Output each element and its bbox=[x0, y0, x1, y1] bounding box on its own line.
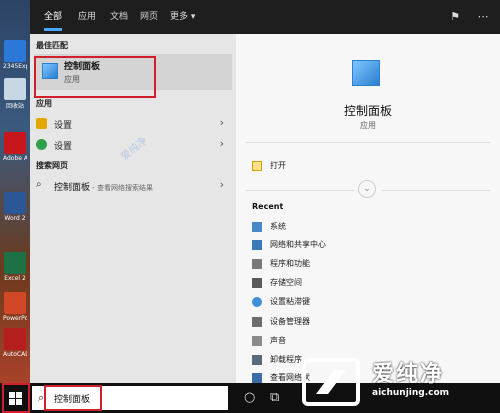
system-icon bbox=[252, 222, 262, 232]
preview-subtitle: 应用 bbox=[360, 121, 376, 130]
start-search-panel: 全部 应用 文档 网页 更多 ▾ ⚑ ⋯ 最佳匹配 控制面板 应用 应用 设置 › 设置 ›… bbox=[30, 0, 500, 383]
desktop-shortcut[interactable]: Adobe Acrobat bbox=[3, 132, 27, 162]
desktop-shortcut[interactable]: Word 2 bbox=[3, 192, 27, 222]
desktop-shortcut-label: Excel 2 bbox=[4, 275, 26, 282]
recent-item-label: 系统 bbox=[270, 222, 286, 231]
desktop-shortcut[interactable]: AutoCAD 2014 bbox=[3, 328, 27, 358]
web-heading: 搜索网页 bbox=[36, 161, 68, 170]
divider bbox=[246, 142, 490, 143]
desktop-shortcut-label: 2345Expl bbox=[3, 63, 27, 70]
storage-icon bbox=[252, 278, 262, 288]
desktop-shortcut-label: Adobe Acrobat bbox=[3, 155, 27, 162]
app-item-label: 设置 bbox=[54, 121, 73, 131]
uninstall-icon bbox=[252, 355, 262, 365]
network-status-icon bbox=[252, 373, 262, 383]
highlight-box-best-match bbox=[34, 56, 156, 98]
web-search-hint: - 查看网络搜索结果 bbox=[90, 184, 153, 192]
recent-item-label: 卸载程序 bbox=[270, 355, 302, 364]
tab-3[interactable]: 网页 bbox=[140, 0, 158, 34]
desktop-shortcut[interactable]: PowerPoint bbox=[3, 292, 27, 322]
sticky-keys-icon bbox=[252, 297, 262, 307]
watermark-logo bbox=[302, 358, 360, 406]
chevron-right-icon[interactable]: › bbox=[220, 116, 224, 129]
settings-icon bbox=[36, 139, 47, 150]
best-match-heading: 最佳匹配 bbox=[36, 41, 68, 50]
recent-item-label: 程序和功能 bbox=[270, 259, 310, 268]
desktop-shortcut-icon bbox=[4, 292, 26, 314]
settings-icon bbox=[36, 118, 47, 129]
tab-1[interactable]: 应用 bbox=[78, 0, 96, 34]
desktop-shortcut[interactable]: 回收站 bbox=[3, 78, 27, 110]
desktop-shortcut-icon bbox=[4, 192, 26, 214]
web-search-label: 控制面板 bbox=[54, 183, 91, 193]
web-search-item[interactable]: ⌕ 控制面板 - 查看网络搜索结果 › bbox=[30, 175, 236, 197]
app-item-settings[interactable]: 设置 › bbox=[30, 113, 236, 135]
recent-item-label: 设备管理器 bbox=[270, 317, 310, 326]
desktop-shortcut-icon bbox=[4, 78, 26, 100]
desktop-shortcut[interactable]: Excel 2 bbox=[3, 252, 27, 282]
cortana-icon[interactable]: ○ bbox=[244, 390, 255, 405]
desktop-shortcut-label: AutoCAD 2014 bbox=[3, 351, 27, 358]
preview-title: 控制面板 bbox=[343, 104, 392, 118]
divider bbox=[246, 190, 354, 191]
tab-2[interactable]: 文档 bbox=[110, 0, 128, 34]
device-manager-icon bbox=[252, 317, 262, 327]
task-view-icon[interactable]: ⧉ bbox=[270, 390, 279, 405]
preview-pane: 控制面板 应用 打开 ⌄ Recent 系统 网络和共享中心 程序和功能 存储空… bbox=[236, 34, 500, 383]
open-label: 打开 bbox=[270, 161, 286, 170]
divider bbox=[382, 190, 490, 191]
feedback-icon[interactable]: ⚑ bbox=[448, 10, 462, 24]
control-panel-large-icon bbox=[352, 60, 380, 86]
recent-item-label: 网络和共享中心 bbox=[270, 240, 326, 249]
highlight-box-start bbox=[2, 383, 30, 413]
app-item-label: 设置 bbox=[54, 142, 73, 152]
desktop-shortcut[interactable]: 2345Expl bbox=[3, 40, 27, 70]
highlight-box-search bbox=[44, 385, 102, 411]
expand-chevron-icon[interactable]: ⌄ bbox=[358, 180, 376, 198]
apps-heading: 应用 bbox=[36, 99, 52, 108]
recent-item-label: 设置粘滞键 bbox=[270, 297, 310, 306]
desktop-shortcut-label: PowerPoint bbox=[3, 315, 27, 322]
watermark-url: aichunjing.com bbox=[372, 388, 450, 398]
desktop-shortcut-icon bbox=[4, 40, 26, 62]
search-tab-bar: 全部 应用 文档 网页 更多 ▾ ⚑ ⋯ bbox=[30, 0, 500, 34]
recent-heading: Recent bbox=[252, 202, 284, 211]
programs-icon bbox=[252, 259, 262, 269]
desktop-area: 2345Expl 回收站 Adobe Acrobat Word 2 Excel 2 Pow… bbox=[0, 0, 30, 383]
chevron-right-icon[interactable]: › bbox=[220, 137, 224, 150]
desktop-shortcut-label: Word 2 bbox=[4, 215, 26, 222]
search-icon: ⌕ bbox=[36, 179, 42, 190]
more-options-icon[interactable]: ⋯ bbox=[476, 10, 490, 24]
chevron-right-icon[interactable]: › bbox=[220, 178, 224, 191]
desktop-shortcut-icon bbox=[4, 328, 26, 350]
tab-0[interactable]: 全部 bbox=[44, 0, 63, 34]
recent-item-label: 存储空间 bbox=[270, 278, 302, 287]
sound-icon bbox=[252, 336, 262, 346]
desktop-shortcut-label: 回收站 bbox=[5, 103, 24, 110]
watermark-brand: 爱纯净 bbox=[372, 362, 445, 387]
desktop-shortcut-icon bbox=[4, 132, 26, 154]
tab-4[interactable]: 更多 ▾ bbox=[170, 0, 195, 34]
desktop-shortcut-icon bbox=[4, 252, 26, 274]
network-icon bbox=[252, 240, 262, 250]
open-icon bbox=[252, 161, 262, 171]
recent-item-label: 声音 bbox=[270, 336, 286, 345]
results-list: 最佳匹配 控制面板 应用 应用 设置 › 设置 › 搜索网页 ⌕ 控制面板 - … bbox=[30, 34, 236, 383]
